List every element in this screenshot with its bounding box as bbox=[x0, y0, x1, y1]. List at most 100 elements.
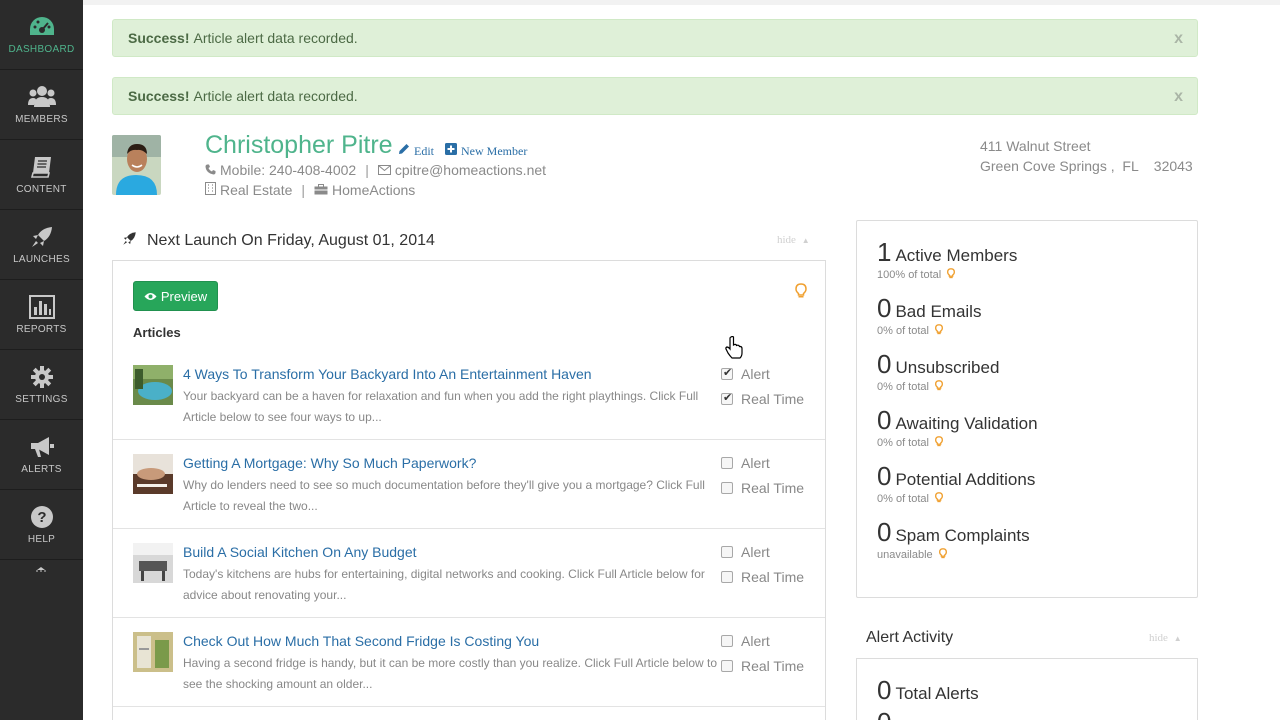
stat-number: 1 bbox=[877, 237, 892, 267]
new-member-link[interactable]: New Member bbox=[445, 143, 527, 159]
company-line: Real Estate | HomeActions bbox=[205, 182, 415, 198]
nav-label: ALERTS bbox=[21, 464, 62, 475]
address-line2: Green Cove Springs , FL 32043 bbox=[980, 158, 1193, 174]
svg-text:?: ? bbox=[37, 509, 46, 526]
article-title-link[interactable]: 4 Ways To Transform Your Backyard Into A… bbox=[183, 366, 592, 382]
alert-strong: Success! bbox=[128, 88, 190, 104]
building-icon bbox=[205, 182, 216, 198]
nav-label: CONTENT bbox=[16, 184, 67, 195]
pencil-icon bbox=[398, 143, 410, 159]
address-line1: 411 Walnut Street bbox=[980, 138, 1091, 154]
nav-settings[interactable]: SETTINGS bbox=[0, 350, 83, 420]
nav-members[interactable]: MEMBERS bbox=[0, 70, 83, 140]
article-title-link[interactable]: Build A Social Kitchen On Any Budget bbox=[183, 544, 417, 560]
address-block: 411 Walnut Street Green Cove Springs , F… bbox=[980, 136, 1193, 176]
hide-activity-link[interactable]: hide ▲ bbox=[1149, 632, 1182, 644]
lightbulb-icon[interactable] bbox=[934, 380, 943, 394]
checkbox-checked[interactable] bbox=[721, 366, 733, 380]
nav-dashboard[interactable]: DASHBOARD bbox=[0, 0, 83, 70]
stat-potential-additions: 0 Potential Additions 0% of total bbox=[877, 461, 1035, 506]
stat-unsubscribed: 0 Unsubscribed 0% of total bbox=[877, 349, 999, 394]
realtime-checkbox[interactable]: Real Time bbox=[721, 480, 804, 496]
member-name: Christopher Pitre bbox=[205, 131, 393, 159]
phone-icon bbox=[205, 162, 216, 178]
lightbulb-icon[interactable] bbox=[795, 283, 807, 304]
megaphone-icon bbox=[28, 434, 56, 460]
checkbox[interactable] bbox=[721, 571, 733, 583]
article-title-link[interactable]: Getting A Mortgage: Why So Much Paperwor… bbox=[183, 455, 476, 471]
top-stripe bbox=[83, 0, 1280, 5]
envelope-icon bbox=[377, 162, 391, 178]
alert-activity-heading: Alert Activity bbox=[866, 629, 954, 646]
alert-label: Alert bbox=[741, 455, 770, 471]
edit-member-link[interactable]: Edit bbox=[398, 143, 434, 159]
launch-panel: Preview Articles 4 Ways To Transform You… bbox=[112, 260, 826, 720]
alert-message: Article alert data recorded. bbox=[193, 30, 358, 46]
realtime-label: Real Time bbox=[741, 569, 805, 585]
stat-number: 0 bbox=[877, 349, 892, 379]
nav-label: MEMBERS bbox=[15, 114, 68, 125]
checkbox[interactable] bbox=[721, 546, 733, 558]
bar-chart-icon bbox=[28, 294, 56, 320]
alert-checkbox[interactable]: Alert bbox=[721, 455, 770, 471]
stat-label: Potential Additions bbox=[895, 470, 1036, 489]
nav-content[interactable]: CONTENT bbox=[0, 140, 83, 210]
email-link[interactable]: cpitre@homeactions.net bbox=[395, 162, 546, 178]
preview-button[interactable]: Preview bbox=[133, 281, 218, 311]
hide-label: hide bbox=[1149, 632, 1168, 644]
new-member-label: New Member bbox=[461, 143, 528, 158]
hide-label: hide bbox=[777, 234, 796, 246]
plus-square-icon bbox=[445, 143, 457, 159]
industry-text: Real Estate bbox=[220, 182, 293, 198]
lightbulb-icon[interactable] bbox=[947, 268, 956, 282]
alert-checkbox[interactable]: Alert bbox=[721, 366, 770, 382]
lightbulb-icon[interactable] bbox=[934, 436, 943, 450]
nav-alerts[interactable]: ALERTS bbox=[0, 420, 83, 490]
checkbox[interactable] bbox=[721, 660, 733, 672]
article-title-link[interactable]: Check Out How Much That Second Fridge Is… bbox=[183, 633, 539, 649]
alert-checkbox[interactable]: Alert bbox=[721, 544, 770, 560]
article-description: Your backyard can be a haven for relaxat… bbox=[183, 389, 699, 424]
alert-label: Alert bbox=[741, 366, 770, 382]
collapse-sidebar-icon[interactable] bbox=[33, 563, 49, 573]
separator: | bbox=[365, 162, 369, 178]
nav-label: REPORTS bbox=[16, 324, 67, 335]
article-thumbnail bbox=[133, 454, 173, 494]
stat-sub: 0% of total bbox=[877, 437, 929, 449]
realtime-checkbox[interactable]: Real Time bbox=[721, 569, 804, 585]
realtime-checkbox[interactable]: Real Time bbox=[721, 391, 804, 407]
article-thumbnail bbox=[133, 632, 173, 672]
nav-help[interactable]: ? HELP bbox=[0, 490, 83, 560]
hide-launch-link[interactable]: hide ▲ bbox=[777, 234, 810, 246]
nav-launches[interactable]: LAUNCHES bbox=[0, 210, 83, 280]
alert-activity-panel: 0Total Alerts 0 bbox=[856, 658, 1198, 720]
stat-sub: 0% of total bbox=[877, 381, 929, 393]
checkbox[interactable] bbox=[721, 457, 733, 469]
lightbulb-icon[interactable] bbox=[934, 492, 943, 506]
stat-label: Unsubscribed bbox=[895, 358, 1000, 377]
lightbulb-icon[interactable] bbox=[938, 548, 947, 562]
stat-label: Active Members bbox=[895, 246, 1018, 265]
alert-checkbox[interactable]: Alert bbox=[721, 633, 770, 649]
next-launch-text: Next Launch On Friday, August 01, 2014 bbox=[147, 232, 435, 249]
stat-total-alerts: 0 Total Alerts bbox=[877, 675, 979, 706]
lightbulb-icon[interactable] bbox=[934, 324, 943, 338]
checkbox[interactable] bbox=[721, 482, 733, 494]
nav-reports[interactable]: REPORTS bbox=[0, 280, 83, 350]
close-alert-button[interactable]: x bbox=[1174, 30, 1183, 48]
alert-strong: Success! bbox=[128, 30, 190, 46]
stat-label: Total Alerts bbox=[895, 684, 979, 703]
stat-bad-emails: 0 Bad Emails 0% of total bbox=[877, 293, 981, 338]
close-alert-button[interactable]: x bbox=[1174, 88, 1183, 106]
checkbox[interactable] bbox=[721, 635, 733, 647]
company-text: HomeActions bbox=[332, 182, 416, 198]
stat-sub: 100% of total bbox=[877, 269, 942, 281]
caret-up-icon: ▲ bbox=[801, 236, 810, 245]
nav-label: LAUNCHES bbox=[13, 254, 70, 265]
realtime-checkbox[interactable]: Real Time bbox=[721, 658, 804, 674]
stat-number: 0 bbox=[877, 675, 892, 705]
nav-label: HELP bbox=[27, 534, 56, 545]
success-alert: Success! Article alert data recorded. x bbox=[112, 19, 1198, 57]
checkbox-checked[interactable] bbox=[721, 391, 733, 405]
article-row: Build A Social Kitchen On Any Budget Tod… bbox=[113, 529, 825, 618]
